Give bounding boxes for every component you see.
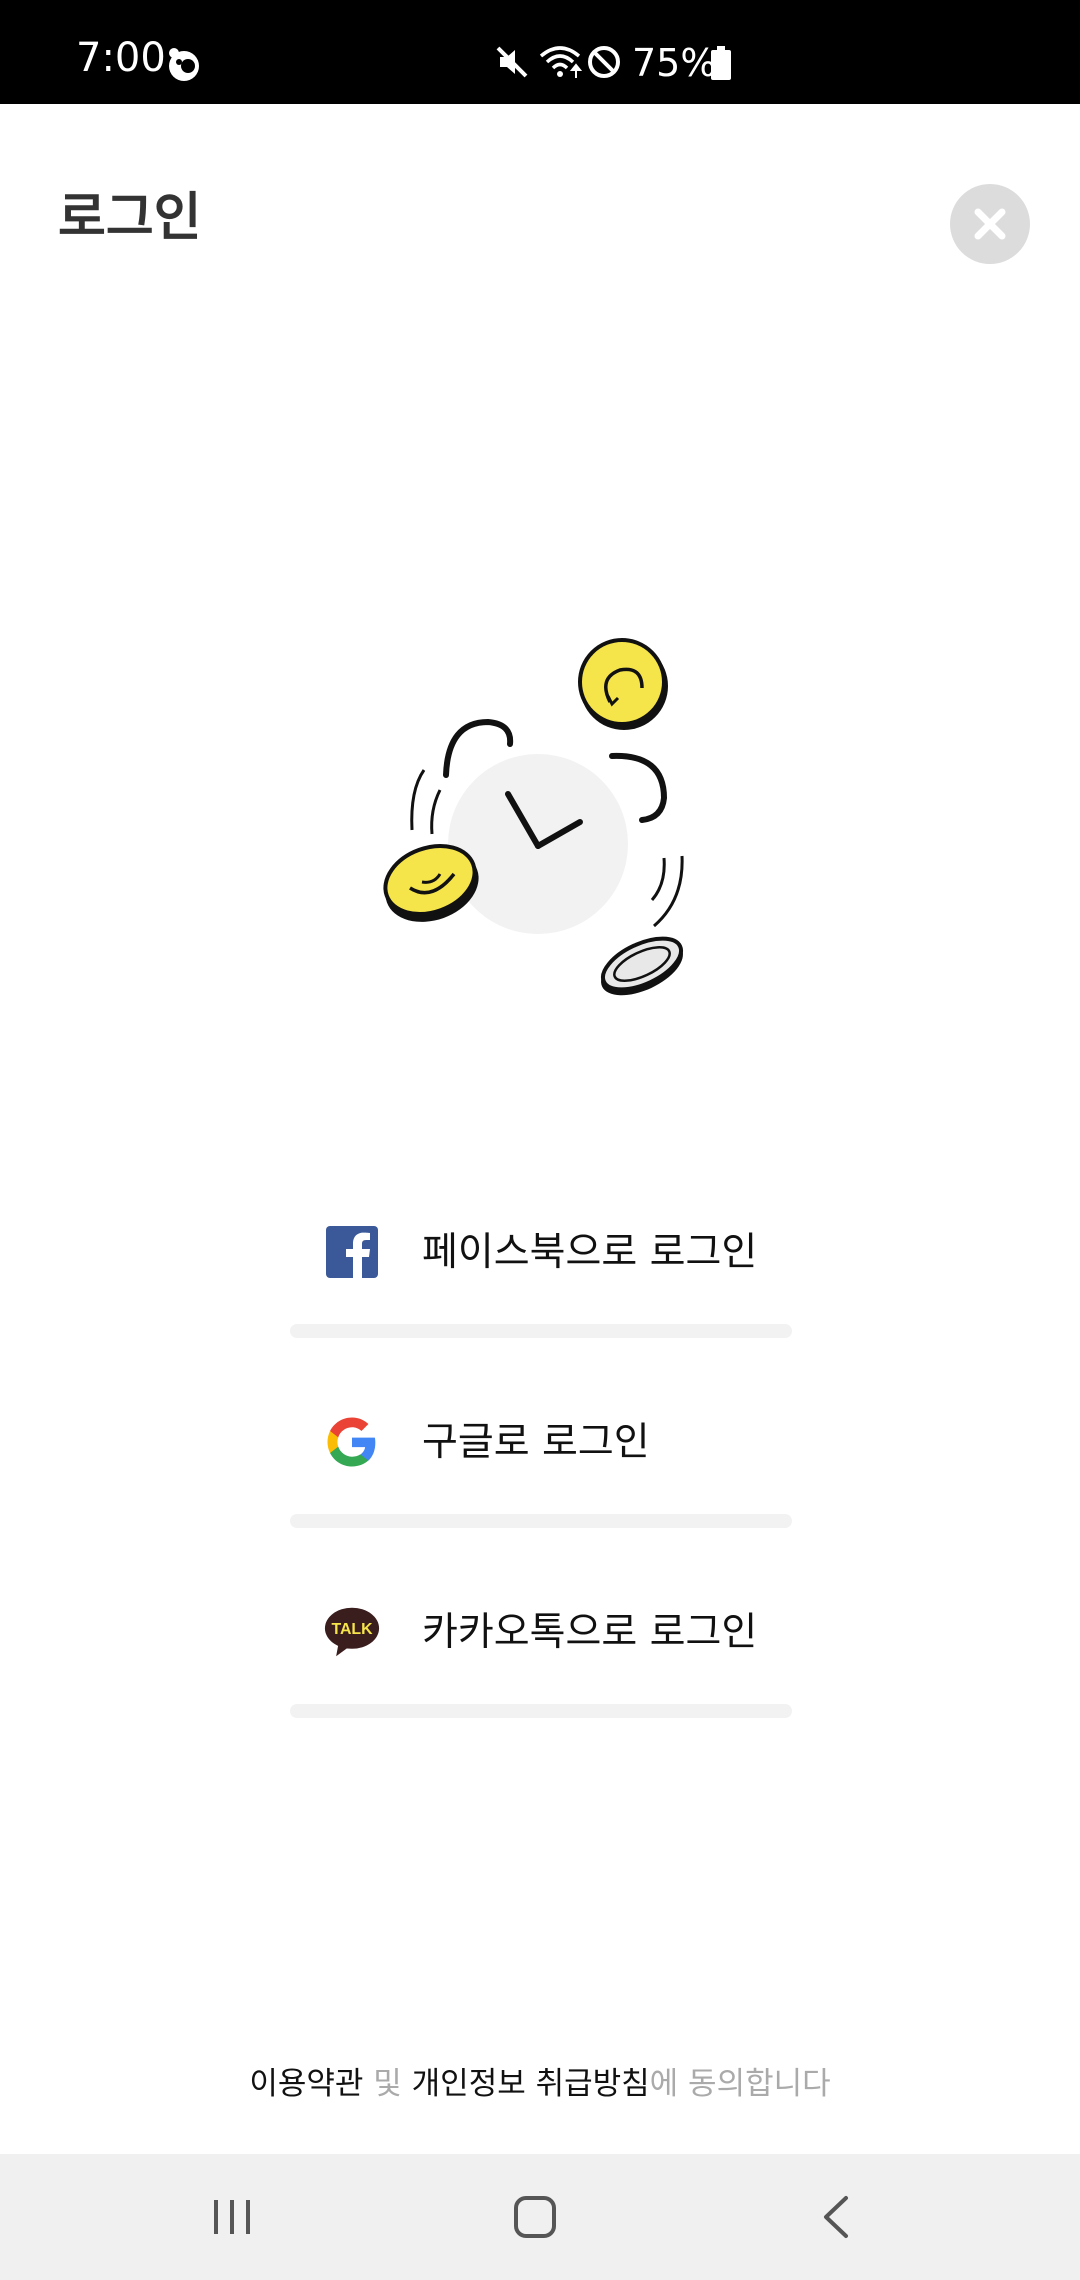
app-notification-icon [169,48,199,81]
google-login-button[interactable]: 구글로 로그인 [290,1390,792,1540]
close-button[interactable] [950,184,1030,264]
svg-text:TALK: TALK [331,1621,373,1638]
terms-and-text: 및 [363,2066,412,2102]
status-time: 7:00 [76,35,166,81]
privacy-policy-link[interactable]: 개인정보 취급방침 [412,2066,650,2102]
kakaotalk-login-button[interactable]: TALK 카카오톡으로 로그인 [290,1580,792,1730]
page-title: 로그인 [58,188,202,248]
kakaotalk-login-label: 카카오톡으로 로그인 [422,1610,758,1655]
terms-agreement: 이용약관 및 개인정보 취급방침에 동의합니다 [0,2066,1080,2103]
recent-apps-icon[interactable] [210,2196,254,2238]
wifi-icon [539,46,582,78]
navigation-bar [0,2154,1080,2280]
facebook-icon [326,1226,378,1278]
back-icon[interactable] [818,2194,858,2240]
close-icon [974,208,1006,240]
facebook-login-label: 페이스북으로 로그인 [422,1230,758,1275]
facebook-login-button[interactable]: 페이스북으로 로그인 [290,1200,792,1350]
mute-icon [496,46,528,78]
kakaotalk-icon: TALK [324,1607,380,1657]
login-screen: 7:00 75% 로그인 페이스북으로 로그인 구글로 로그인 TALK 카카오… [0,0,1080,2280]
google-login-label: 구글로 로그인 [422,1420,650,1465]
terms-of-use-link[interactable]: 이용약관 [249,2066,363,2102]
battery-icon [711,46,731,80]
divider [290,1324,792,1338]
divider [290,1514,792,1528]
do-not-disturb-icon [588,46,620,78]
divider [290,1704,792,1718]
terms-agree-text: 에 동의합니다 [649,2066,831,2102]
clock-coins-illustration [383,638,684,996]
home-icon[interactable] [512,2194,560,2240]
google-icon [327,1417,376,1467]
status-bar: 7:00 75% [0,0,1080,104]
battery-percent: 75% [632,41,717,85]
